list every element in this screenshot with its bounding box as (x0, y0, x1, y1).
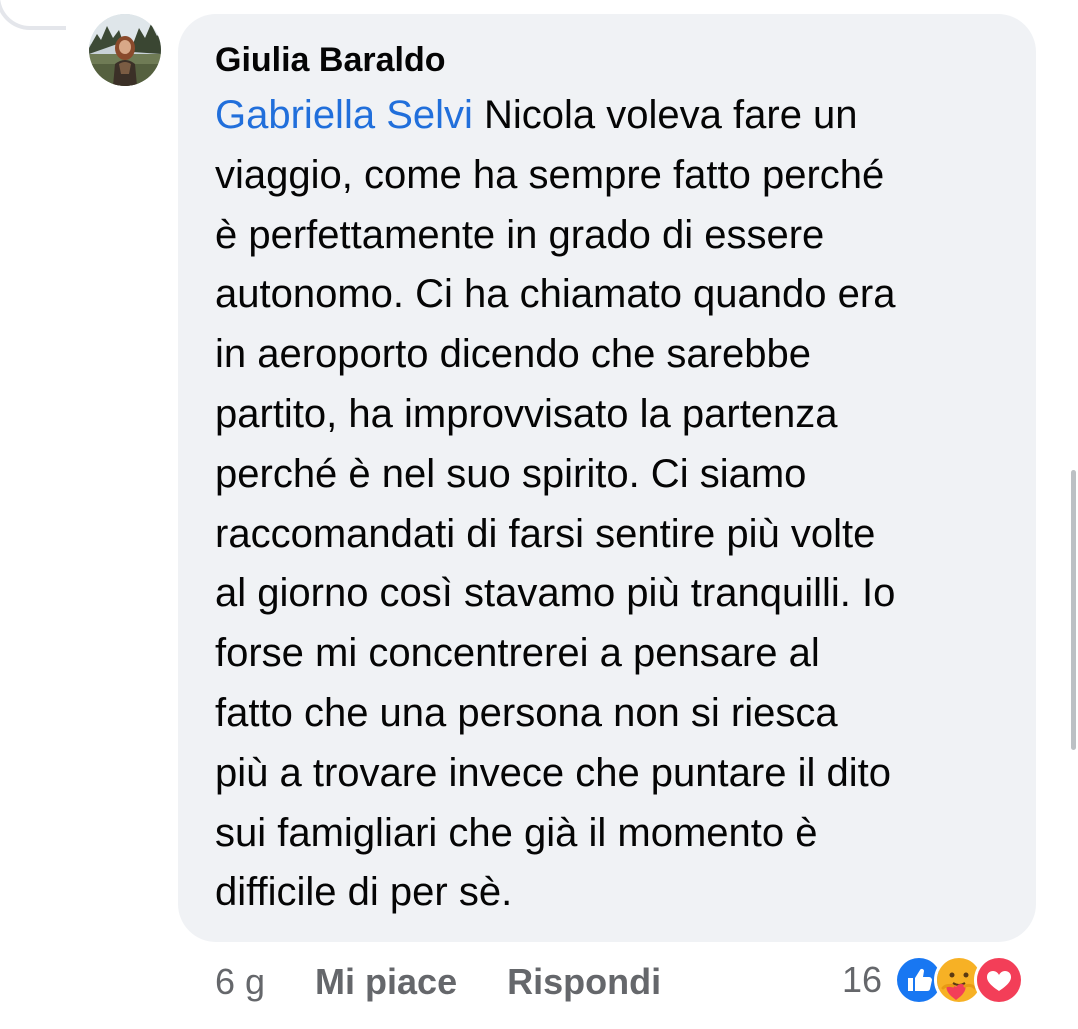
comment-text: Gabriella Selvi Nicola voleva fare un via… (215, 86, 1015, 923)
comment-line: fatto che una persona non si riesca (215, 690, 838, 735)
comment-line: viaggio, come ha sempre fatto perché (215, 152, 885, 197)
comment-line: sui famigliari che già il momento è (215, 810, 818, 855)
scrollbar[interactable] (1069, 0, 1078, 1029)
mention-link[interactable]: Gabriella Selvi (215, 93, 473, 137)
reply-button[interactable]: Rispondi (507, 961, 661, 1003)
avatar[interactable] (89, 14, 161, 86)
comment-line: più a trovare invece che puntare il dito (215, 750, 891, 795)
comment-line: raccomandati di farsi sentire più volte (215, 511, 876, 556)
comment-line: autonomo. Ci ha chiamato quando era (215, 272, 896, 317)
reaction-icons (894, 955, 1025, 1005)
comment-line: in aeroporto dicendo che sarebbe (215, 332, 811, 377)
comment-line: difficile di per sè. (215, 870, 513, 915)
comment-line: è perfettamente in grado di essere (215, 212, 825, 257)
love-icon (974, 955, 1025, 1005)
comment-line: forse mi concentrerei a pensare al (215, 631, 820, 676)
comment-line: Nicola voleva fare un (472, 93, 858, 137)
comment-line: perché è nel suo spirito. Ci siamo (215, 451, 807, 496)
comment-line: partito, ha improvvisato la partenza (215, 391, 838, 436)
scrollbar-thumb[interactable] (1071, 470, 1076, 750)
comment-bubble: Giulia Baraldo Gabriella Selvi Nicola vo… (178, 14, 1036, 942)
thread-connector-line (0, 0, 66, 30)
comment-author-name[interactable]: Giulia Baraldo (215, 40, 1006, 80)
like-button[interactable]: Mi piace (315, 961, 457, 1003)
reactions-summary[interactable]: 16 (842, 952, 1025, 1008)
avatar-photo (89, 14, 161, 86)
comment-actions: 6 g Mi piace Rispondi (215, 958, 711, 1006)
comment-timestamp[interactable]: 6 g (215, 961, 265, 1003)
reaction-count: 16 (842, 959, 883, 1000)
comment-line: al giorno così stavamo più tranquilli. I… (215, 571, 896, 616)
